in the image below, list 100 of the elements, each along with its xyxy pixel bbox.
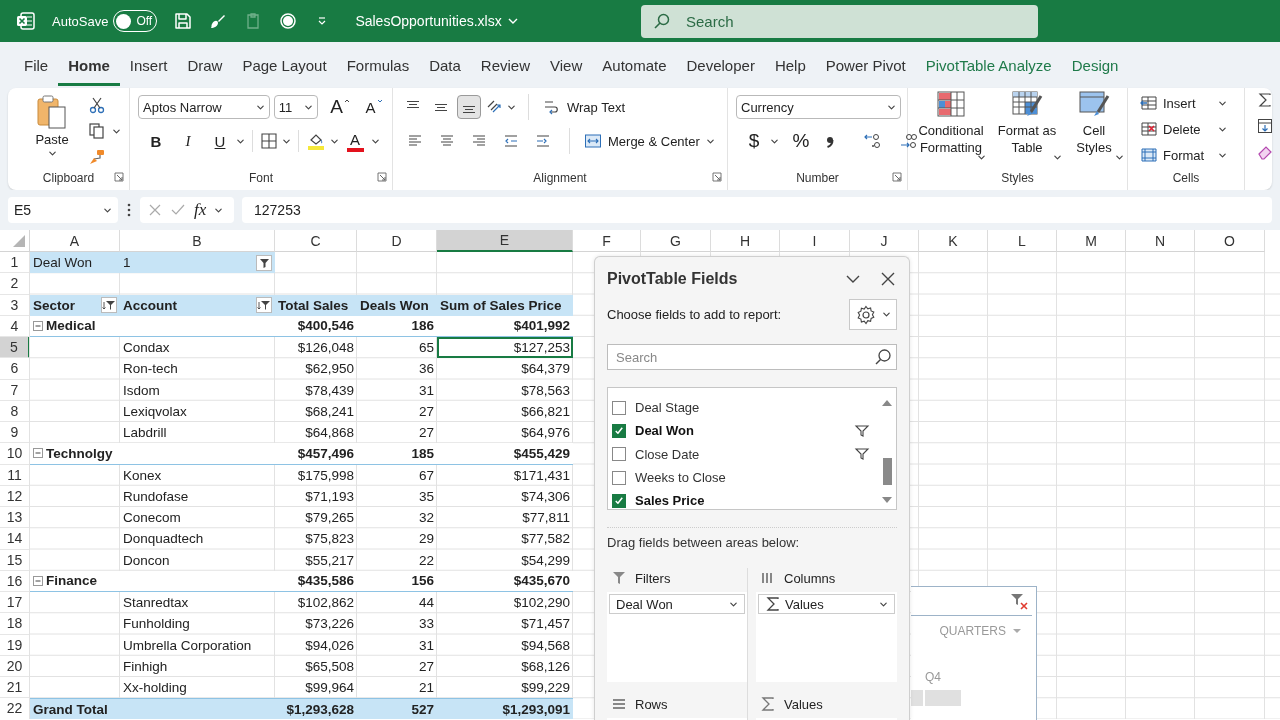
filter-button-icon[interactable]: [256, 254, 272, 271]
settings-button[interactable]: [849, 299, 897, 330]
ribbon-tab[interactable]: Help: [764, 57, 816, 86]
ribbon-tab[interactable]: Power Pivot: [815, 57, 916, 86]
copy-icon[interactable]: [88, 122, 106, 140]
more-options-icon[interactable]: [126, 202, 132, 218]
ribbon-tab[interactable]: Automate: [592, 57, 677, 86]
decrease-indent-icon[interactable]: [503, 133, 519, 149]
checkbox[interactable]: [612, 400, 626, 415]
collapse-icon[interactable]: [33, 575, 43, 586]
font-size-dropdown[interactable]: 11: [273, 95, 318, 119]
ribbon-tab[interactable]: Page Layout: [232, 57, 337, 86]
dialog-launcher-icon[interactable]: [892, 172, 902, 182]
cells-button[interactable]: Delete: [1140, 118, 1238, 140]
decrease-decimal-icon[interactable]: [899, 132, 919, 150]
number-format-dropdown[interactable]: Currency: [736, 95, 901, 119]
cells-button[interactable]: Format: [1140, 144, 1238, 166]
paste-button[interactable]: Paste: [30, 94, 74, 166]
underline-button[interactable]: U: [208, 129, 232, 153]
collapse-icon[interactable]: [33, 320, 43, 331]
spreadsheet-app-icon[interactable]: [16, 11, 36, 31]
column-header[interactable]: H: [711, 230, 780, 252]
clear-filter-icon[interactable]: [1010, 592, 1028, 610]
customize-toolbar-icon[interactable]: [317, 15, 328, 27]
column-header[interactable]: I: [780, 230, 850, 252]
row-header[interactable]: 14: [0, 528, 30, 550]
name-box[interactable]: E5: [8, 197, 118, 223]
style-button[interactable]: Format as Table: [992, 90, 1062, 166]
column-header[interactable]: J: [850, 230, 919, 252]
dialog-launcher-icon[interactable]: [114, 172, 124, 182]
align-left-icon[interactable]: [407, 133, 423, 149]
ribbon-tab[interactable]: View: [540, 57, 593, 86]
ribbon-tab[interactable]: Insert: [119, 57, 178, 86]
column-header[interactable]: L: [988, 230, 1057, 252]
row-header[interactable]: 13: [0, 507, 30, 529]
eraser-icon[interactable]: [1257, 144, 1272, 160]
timeline-tile[interactable]: [911, 690, 923, 706]
dialog-launcher-icon[interactable]: [377, 172, 387, 182]
ribbon-tab[interactable]: Draw: [177, 57, 233, 86]
style-button[interactable]: Conditional Formatting: [916, 90, 986, 166]
ribbon-tab[interactable]: PivotTable Analyze: [915, 57, 1062, 86]
row-header[interactable]: 5: [0, 337, 30, 359]
row-header[interactable]: 19: [0, 634, 30, 656]
filter-icon[interactable]: [854, 446, 870, 463]
filter-icon[interactable]: [854, 422, 870, 439]
row-header[interactable]: 2: [0, 273, 30, 295]
bold-button[interactable]: B: [144, 129, 168, 153]
ribbon-tab[interactable]: Review: [470, 57, 541, 86]
scroll-down-icon[interactable]: [881, 495, 893, 505]
row-header[interactable]: 6: [0, 358, 30, 380]
borders-icon[interactable]: [260, 132, 278, 150]
vertical-align-button[interactable]: [457, 95, 481, 119]
increase-indent-icon[interactable]: [535, 133, 551, 149]
file-name-button[interactable]: SalesOpportunities.xlsx: [355, 13, 519, 29]
field-label[interactable]: Sales Price: [635, 493, 878, 509]
checkbox[interactable]: [612, 423, 626, 438]
search-input[interactable]: Search: [684, 11, 1004, 31]
circle-icon[interactable]: [279, 12, 298, 30]
insert-function-button[interactable]: fx: [194, 200, 207, 220]
field-label[interactable]: Deal Won: [635, 423, 854, 439]
ribbon-tab[interactable]: Developer: [676, 57, 765, 86]
currency-button[interactable]: $: [742, 129, 766, 153]
column-header[interactable]: N: [1126, 230, 1195, 252]
collapse-icon[interactable]: [33, 448, 43, 459]
area-field-dropdown[interactable]: Deal Won: [609, 594, 745, 614]
scrollbar-thumb[interactable]: [882, 458, 892, 485]
row-header[interactable]: 18: [0, 613, 30, 635]
merge-center-button[interactable]: Merge & Center: [582, 128, 702, 154]
drop-area[interactable]: Deal Won: [607, 592, 747, 682]
italic-button[interactable]: I: [176, 129, 200, 153]
align-center-icon[interactable]: [439, 133, 455, 149]
column-header[interactable]: K: [919, 230, 988, 252]
column-header[interactable]: G: [641, 230, 711, 252]
search-input[interactable]: Search: [614, 348, 874, 366]
column-header[interactable]: E: [437, 230, 573, 252]
row-header[interactable]: 7: [0, 379, 30, 401]
wrap-text-button[interactable]: Wrap Text: [541, 94, 628, 120]
style-button[interactable]: Cell Styles: [1068, 90, 1120, 166]
search-field[interactable]: Search: [607, 344, 897, 370]
field-label[interactable]: Close Date: [635, 446, 854, 462]
drop-area[interactable]: Values: [756, 592, 897, 682]
increase-decimal-icon[interactable]: [863, 132, 883, 150]
grow-font-button[interactable]: A: [328, 95, 352, 119]
row-header[interactable]: 11: [0, 464, 30, 486]
fill-down-icon[interactable]: [1257, 118, 1272, 134]
sort-filter-button-icon[interactable]: [256, 297, 272, 314]
checkbox[interactable]: [612, 447, 626, 462]
percent-button[interactable]: %: [789, 129, 813, 153]
scroll-up-icon[interactable]: [881, 398, 893, 408]
scissors-icon[interactable]: [88, 96, 106, 114]
column-header[interactable]: M: [1057, 230, 1126, 252]
sort-filter-button-icon[interactable]: [101, 297, 117, 314]
cells-button[interactable]: Insert: [1140, 92, 1238, 114]
row-header[interactable]: 17: [0, 592, 30, 614]
align-right-icon[interactable]: [471, 133, 487, 149]
field-label[interactable]: Deal Stage: [635, 400, 878, 416]
area-field-dropdown[interactable]: Values: [758, 594, 895, 614]
font-name-dropdown[interactable]: Aptos Narrow: [138, 95, 270, 119]
row-header[interactable]: 12: [0, 485, 30, 507]
sum-icon[interactable]: [1257, 92, 1272, 108]
